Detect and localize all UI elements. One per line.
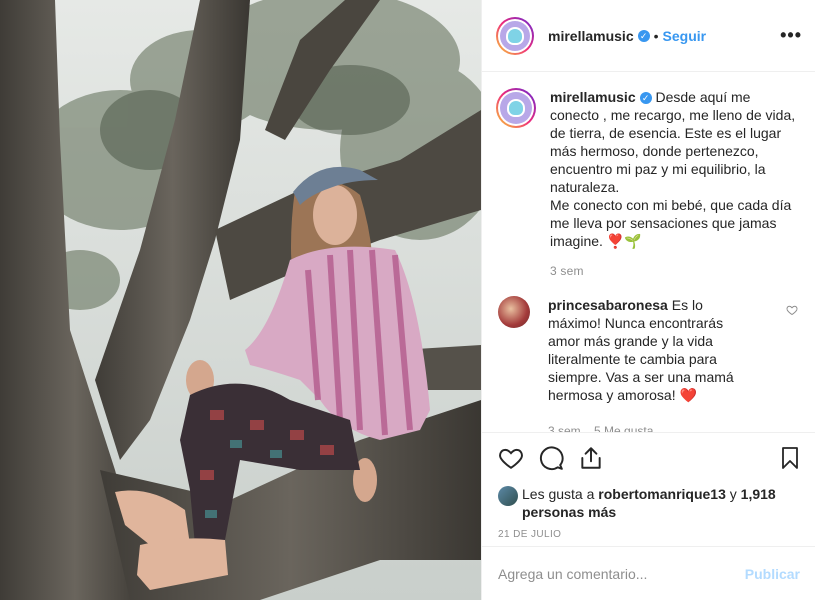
comment-item: princesabaronesa Es lo máximo! Nunca enc… <box>498 296 802 404</box>
comment-bubble-icon[interactable] <box>538 445 564 471</box>
likes-prefix: Les gusta a <box>522 486 595 502</box>
caption-avatar[interactable] <box>496 88 536 128</box>
profile-avatar[interactable] <box>496 16 534 55</box>
comment-text-block: princesabaronesa Es lo máximo! Nunca enc… <box>548 296 758 404</box>
comment-input[interactable] <box>498 565 745 582</box>
follow-button[interactable]: Seguir <box>663 28 707 44</box>
like-heart-icon[interactable] <box>498 445 524 471</box>
avatar-bird-icon <box>509 101 523 115</box>
post-photo[interactable] <box>0 0 481 600</box>
comment-like-heart-icon[interactable] <box>786 304 798 316</box>
verified-badge-icon: ✓ <box>637 29 650 42</box>
caption-text-block: mirellamusic ✓ Desde aquí me conecto , me… <box>550 88 800 280</box>
liker-username[interactable]: robertomanrique13 <box>598 486 726 502</box>
avatar-bird-icon <box>508 28 522 43</box>
likes-summary: Les gusta a robertomanrique13 y 1,918 pe… <box>498 485 802 521</box>
photo-illustration <box>0 0 481 600</box>
verified-badge-icon: ✓ <box>639 92 652 104</box>
likes-joiner: y <box>729 486 737 502</box>
share-icon[interactable] <box>578 445 604 471</box>
add-comment-bar: Publicar <box>482 546 815 600</box>
caption-username[interactable]: mirellamusic <box>550 89 636 105</box>
commenter-avatar[interactable] <box>498 296 530 328</box>
caption: mirellamusic ✓ Desde aquí me conecto , me… <box>496 88 806 280</box>
liker-avatar[interactable] <box>498 486 518 506</box>
save-bookmark-icon[interactable] <box>778 445 802 471</box>
more-options-icon[interactable]: ••• <box>780 26 802 44</box>
comment-meta-partial: 3 sem 5 Me gusta <box>548 424 654 432</box>
header-username[interactable]: mirellamusic <box>548 28 634 44</box>
post-details-panel: mirellamusic ✓ • Seguir ••• mirellamusic… <box>481 0 815 600</box>
caption-text: Desde aquí me conecto , me recargo, me l… <box>550 89 796 249</box>
header-separator: • <box>653 27 659 44</box>
caption-timestamp[interactable]: 3 sem <box>550 262 800 280</box>
post-date[interactable]: 21 DE JULIO <box>498 529 802 540</box>
post-header: mirellamusic ✓ • Seguir ••• <box>482 0 815 72</box>
post-actions: Les gusta a robertomanrique13 y 1,918 pe… <box>482 432 815 540</box>
publish-button[interactable]: Publicar <box>745 566 800 582</box>
commenter-username[interactable]: princesabaronesa <box>548 297 668 313</box>
